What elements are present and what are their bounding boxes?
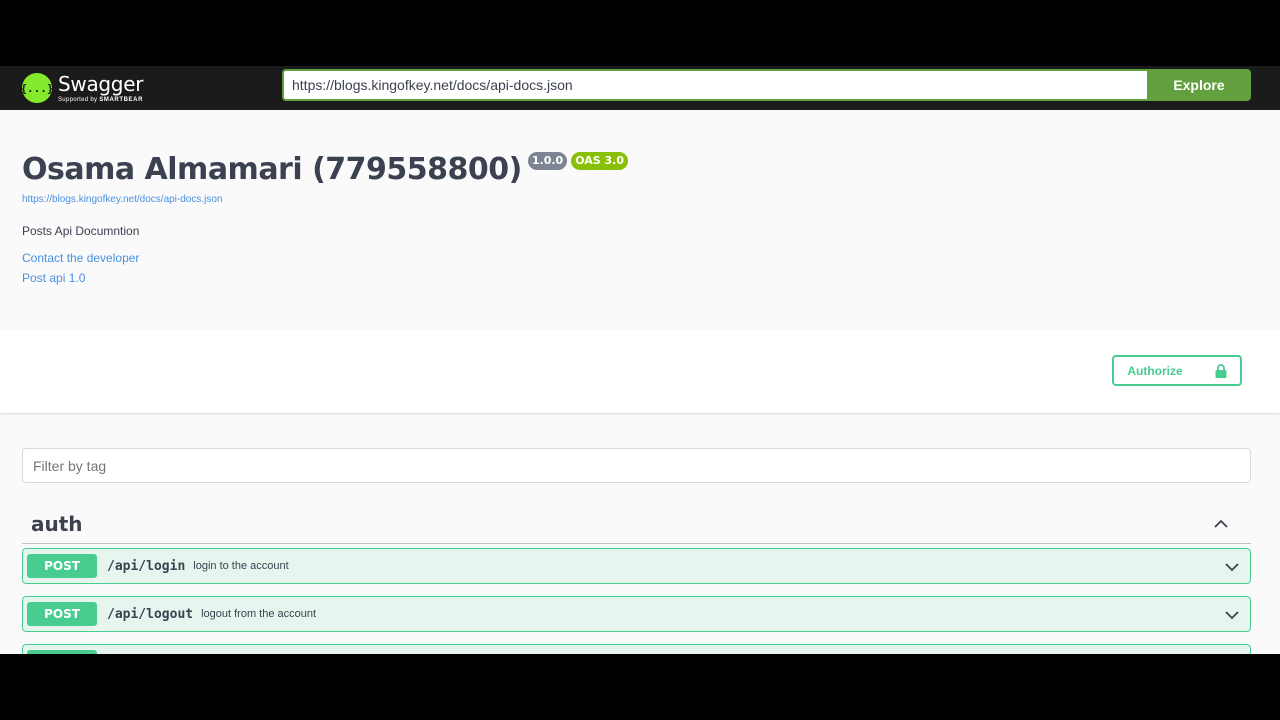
swagger-page: {...} Swagger Supported by SMARTBEAR Exp… bbox=[0, 66, 1280, 654]
logo-name: Swagger bbox=[58, 71, 144, 96]
oas-badge: OAS 3.0 bbox=[571, 152, 629, 170]
operation-row-login[interactable]: POST /api/login login to the account bbox=[22, 548, 1251, 584]
chevron-down-icon[interactable] bbox=[1224, 559, 1240, 575]
title-row: Osama Almamari (779558800) 1.0.0 OAS 3.0 bbox=[22, 152, 629, 187]
authorize-button[interactable]: Authorize bbox=[1112, 355, 1242, 386]
explore-button[interactable]: Explore bbox=[1147, 69, 1251, 101]
chevron-down-icon[interactable] bbox=[1224, 607, 1240, 623]
contact-developer-link[interactable]: Contact the developer bbox=[22, 251, 139, 265]
operation-row-partial[interactable] bbox=[22, 644, 1251, 654]
spec-url-input[interactable] bbox=[282, 69, 1147, 101]
swagger-logo[interactable]: {...} Swagger Supported by SMARTBEAR bbox=[20, 68, 162, 108]
tag-header-auth[interactable]: auth bbox=[22, 504, 1251, 544]
operation-path: /api/logout bbox=[107, 606, 194, 622]
operation-row-logout[interactable]: POST /api/logout logout from the account bbox=[22, 596, 1251, 632]
method-badge: POST bbox=[27, 602, 97, 626]
api-description: Posts Api Documntion bbox=[22, 224, 140, 238]
operation-summary: login to the account bbox=[193, 560, 289, 572]
method-badge-partial bbox=[27, 650, 97, 654]
scheme-container: Authorize bbox=[0, 330, 1280, 413]
swagger-logo-icon: {...} bbox=[20, 73, 54, 103]
method-badge: POST bbox=[27, 554, 97, 578]
lock-icon bbox=[1215, 363, 1227, 378]
operation-path: /api/login bbox=[107, 558, 186, 574]
tag-name: auth bbox=[31, 511, 83, 536]
page-title: Osama Almamari (779558800) bbox=[22, 152, 522, 187]
url-form: Explore bbox=[282, 69, 1251, 101]
license-link[interactable]: Post api 1.0 bbox=[22, 271, 85, 285]
filter-by-tag-input[interactable] bbox=[22, 448, 1251, 483]
logo-subtitle: Supported by SMARTBEAR bbox=[58, 96, 143, 103]
topbar: {...} Swagger Supported by SMARTBEAR Exp… bbox=[0, 66, 1280, 110]
authorize-label: Authorize bbox=[1127, 363, 1183, 378]
operation-summary: logout from the account bbox=[201, 608, 317, 620]
spec-url-link[interactable]: https://blogs.kingofkey.net/docs/api-doc… bbox=[22, 194, 222, 205]
version-badge: 1.0.0 bbox=[527, 152, 568, 170]
chevron-up-icon[interactable] bbox=[1213, 516, 1229, 532]
